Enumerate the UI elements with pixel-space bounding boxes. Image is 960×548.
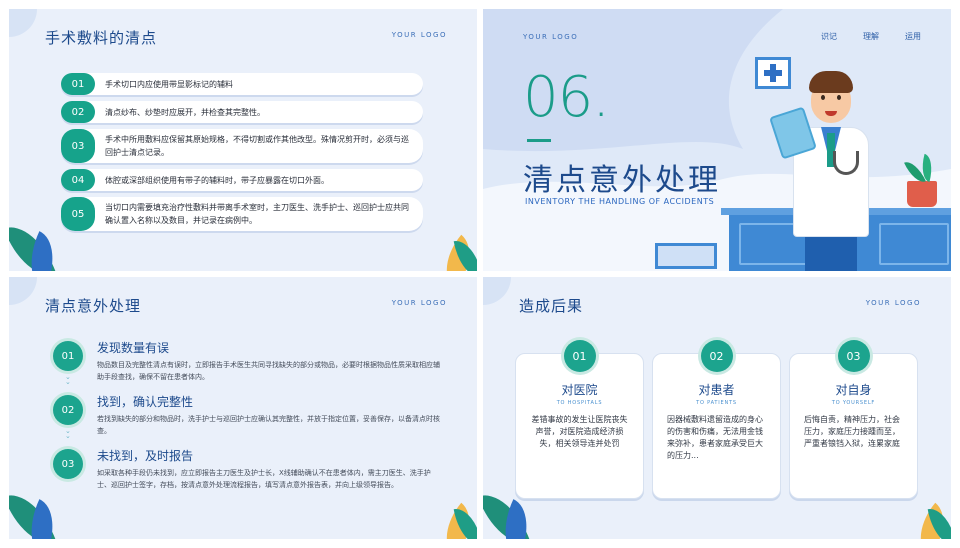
list-item: 01 手术切口内应使用带显影标记的辅料 [61,73,423,95]
logo: YOUR LOGO [523,33,579,41]
card-number: 01 [563,340,596,372]
handling-steps: 01 发现数量有误 物品数目及完整性清点有误时，立即报告手术医生共同寻找缺失的部… [53,339,443,501]
nav-item-apply[interactable]: 运用 [905,31,921,42]
top-nav: 识记 理解 运用 [821,31,921,42]
item-number: 01 [61,73,95,95]
card-number: 02 [700,340,733,372]
card-body: 因器械敷料遗留造成的身心的伤害和伤痛，无法用金钱来弥补，患者家庭承受巨大的压力.… [667,415,763,460]
card-number: 03 [837,340,870,372]
card-hospital: 01 对医院 TO HOSPITALS 差错事故的发生让医院丧失声誉，对医院造成… [515,340,644,499]
item-number: 02 [61,101,95,123]
item-number: 04 [61,169,95,191]
trolley [655,243,717,269]
item-text: 手术切口内应使用带显影标记的辅料 [105,79,233,89]
list-item: 05 当切口内需要填充治疗性敷料并带离手术室时，主刀医生、洗手护士、巡回护士应共… [61,197,423,231]
step-number: 03 [53,449,83,479]
slide-title: 造成后果 [519,297,584,315]
logo: YOUR LOGO [865,299,921,307]
card-self: 03 对自身 TO YOURSELF 后悔自责，精神压力，社会压力，家庭压力接踵… [789,340,918,499]
item-text: 手术中所用敷料应保留其原始规格，不得切割或作其他改型。殊情况剪开时，必须与巡回护… [105,135,409,157]
step-title: 未找到，及时报告 [97,449,194,463]
decor-circle [9,277,37,305]
item-text: 当切口内需要填充治疗性敷料并带离手术室时，主刀医生、洗手护士、巡回护士应共同确认… [105,203,409,225]
card-title: 对患者 [698,383,735,397]
nav-item-understand[interactable]: 理解 [863,31,879,42]
list-item: 03 手术中所用敷料应保留其原始规格，不得切割或作其他改型。殊情况剪开时，必须与… [61,129,423,163]
slide-accident-handling[interactable]: 清点意外处理 YOUR LOGO 01 发现数量有误 物品数目及完整性清点有误时… [9,277,477,539]
slide-title: 清点意外处理 [45,297,142,315]
step-item: 01 发现数量有误 物品数目及完整性清点有误时，立即报告手术医生共同寻找缺失的部… [53,339,443,386]
step-number: 01 [53,341,83,371]
card-subtitle: TO HOSPITALS [556,400,603,406]
item-number: 05 [61,197,95,231]
step-item: 03 未找到，及时报告 如采取各种手段仍未找到，应立即报告主刀医生及护士长，X线… [53,447,443,491]
slide-consequences[interactable]: 造成后果 YOUR LOGO 01 对医院 TO HOSPITALS 差错事故的… [483,277,951,539]
item-text: 体腔或深部组织使用有带子的辅料时，带子应暴露在切口外面。 [105,175,329,185]
logo: YOUR LOGO [391,31,447,39]
step-title: 发现数量有误 [97,341,170,355]
step-description: 若找到缺失的部分和物品时，洗手护士与巡回护士应确认其完整性，并放于指定位置，妥善… [97,415,440,435]
step-item: 02 找到，确认完整性 若找到缺失的部分和物品时，洗手护士与巡回护士应确认其完整… [53,393,443,440]
chevron-down-icon: ⌄ ⌄ [65,427,71,440]
slide-dressing-count[interactable]: 手术敷料的清点 YOUR LOGO 01 手术切口内应使用带显影标记的辅料 02… [9,9,477,271]
step-title: 找到，确认完整性 [97,395,194,409]
doctor-illustration [769,71,885,271]
card-body: 后悔自责，精神压力，社会压力，家庭压力接踵而至，严重者锒铛入狱，连累家庭 [804,415,900,448]
plant-icon [904,153,937,207]
decor-circle [9,9,37,37]
decor-circle [483,277,511,305]
step-description: 如采取各种手段仍未找到，应立即报告主刀医生及护士长，X线辅助确认不在患者体内，需… [97,469,431,489]
card-patient: 02 对患者 TO PATIENTS 因器械敷料遗留造成的身心的伤害和伤痛，无法… [652,340,781,499]
section-number: 06. [523,65,610,130]
divider [527,139,551,142]
drawer [879,223,949,265]
list-item: 02 清点纱布、纱垫时应展开，并检查其完整性。 [61,101,423,123]
card-title: 对医院 [561,383,598,397]
step-number: 02 [53,395,83,425]
slide-title: 手术敷料的清点 [45,29,158,47]
item-number: 03 [61,129,95,163]
section-title: 清点意外处理 [523,163,721,198]
logo: YOUR LOGO [391,299,447,307]
card-title: 对自身 [835,383,872,397]
card-subtitle: TO YOURSELF [831,400,876,406]
section-subtitle: INVENTORY THE HANDLING OF ACCIDENTS [525,197,715,206]
slide-section-cover[interactable]: YOUR LOGO 识记 理解 运用 06. 清点意外处理 INVENTORY … [483,9,951,271]
card-subtitle: TO PATIENTS [696,400,737,406]
consequence-cards: 01 对医院 TO HOSPITALS 差错事故的发生让医院丧失声誉，对医院造成… [515,340,918,499]
step-description: 物品数目及完整性清点有误时，立即报告手术医生共同寻找缺失的部分或物品，必要时根据… [97,361,440,381]
card-body: 差错事故的发生让医院丧失声誉，对医院造成经济损失，相关领导连并处罚 [531,415,628,448]
list-item: 04 体腔或深部组织使用有带子的辅料时，带子应暴露在切口外面。 [61,169,423,191]
item-text: 清点纱布、纱垫时应展开，并检查其完整性。 [105,107,265,117]
nav-item-memorize[interactable]: 识记 [821,31,837,42]
chevron-down-icon: ⌄ ⌄ [65,373,71,386]
dressing-list: 01 手术切口内应使用带显影标记的辅料 02 清点纱布、纱垫时应展开，并检查其完… [61,73,423,237]
